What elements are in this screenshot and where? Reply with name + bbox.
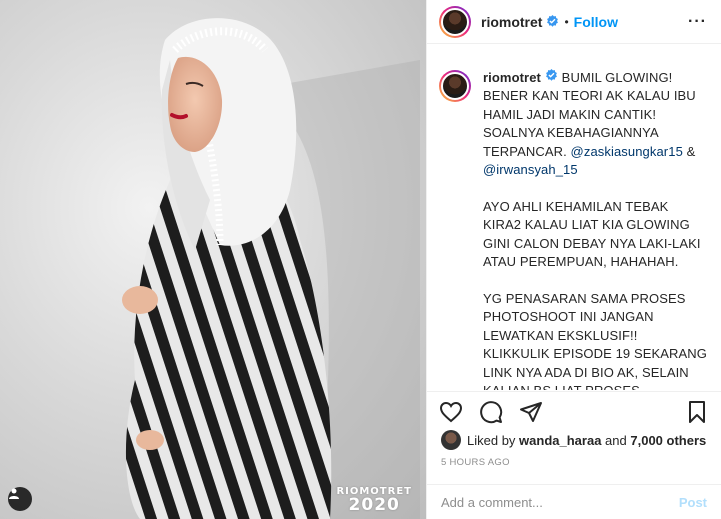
- liker-username[interactable]: wanda_haraa: [519, 433, 601, 448]
- caption-area: riomotret BUMIL GLOWING! BENER KAN TEORI…: [427, 44, 721, 390]
- post-timestamp[interactable]: 5 HOURS AGO: [441, 457, 510, 468]
- heart-icon[interactable]: [439, 400, 463, 424]
- author-username[interactable]: riomotret: [481, 14, 542, 30]
- caption-body-2: &: [682, 143, 696, 159]
- photo-watermark: RIOMOTRET 2020: [336, 486, 412, 515]
- likes-prefix: Liked by: [467, 432, 516, 448]
- comment-icon[interactable]: [479, 400, 503, 424]
- more-options-icon[interactable]: ···: [688, 13, 707, 31]
- comment-input[interactable]: [441, 494, 679, 510]
- share-icon[interactable]: [519, 400, 543, 424]
- verified-badge-icon: [546, 15, 559, 28]
- user-tag-button[interactable]: [8, 487, 32, 511]
- liker-avatar[interactable]: [441, 430, 461, 450]
- photo-illustration: [122, 18, 420, 519]
- post-header: riomotret • Follow ···: [427, 0, 721, 44]
- user-tag-icon: [9, 488, 19, 499]
- caption-username[interactable]: riomotret: [483, 70, 541, 85]
- likes-summary: Liked by wanda_haraa and 7,000 others: [441, 430, 707, 450]
- mention-link[interactable]: @irwansyah_15: [483, 162, 578, 177]
- comment-box: Post: [427, 484, 721, 519]
- caption-row: riomotret BUMIL GLOWING! BENER KAN TEORI…: [439, 69, 707, 390]
- action-bar: [427, 391, 721, 431]
- post-photo[interactable]: RIOMOTRET 2020: [0, 0, 426, 519]
- header-separator: •: [564, 14, 569, 29]
- author-avatar[interactable]: [439, 5, 471, 38]
- follow-button[interactable]: Follow: [574, 14, 618, 30]
- caption-text: riomotret BUMIL GLOWING! BENER KAN TEORI…: [483, 69, 707, 390]
- watermark-year: 2020: [348, 495, 400, 515]
- mention-link[interactable]: @zaskiasungkar15: [571, 144, 683, 159]
- caption-body-3: AYO AHLI KEHAMILAN TEBAK KIRA2 KALAU LIA…: [483, 198, 707, 390]
- post-comment-button[interactable]: Post: [679, 495, 707, 510]
- bookmark-icon[interactable]: [685, 400, 709, 424]
- likes-others-link[interactable]: 7,000 others: [630, 433, 706, 448]
- likes-middle: and: [605, 432, 627, 448]
- post-side-panel: riomotret • Follow ··· riomotret BUMIL G…: [426, 0, 721, 519]
- verified-badge-icon: [545, 69, 558, 82]
- caption-avatar[interactable]: [439, 70, 471, 102]
